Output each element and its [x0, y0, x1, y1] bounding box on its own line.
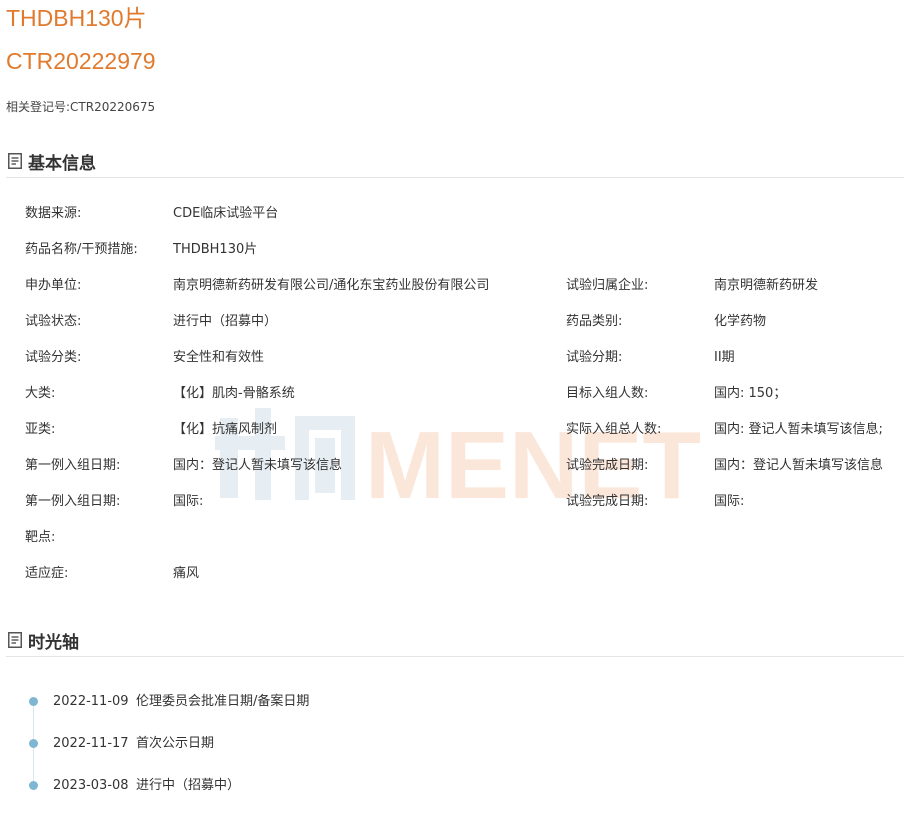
info-row: 靶点:	[0, 527, 904, 549]
info-label: 亚类:	[25, 422, 56, 437]
info-value: 安全性和有效性	[173, 350, 265, 365]
info-label: 试验分类:	[25, 350, 82, 365]
section-title: 时光轴	[28, 633, 79, 653]
info-value: 国际:	[173, 494, 204, 509]
info-label: 申办单位:	[25, 278, 82, 293]
document-icon	[8, 153, 22, 169]
info-row: 试验状态: 进行中（招募中） 药品类别: 化学药物	[0, 311, 904, 333]
info-value: II期	[714, 350, 735, 365]
info-label: 药品类别:	[566, 314, 623, 329]
info-label: 第一例入组日期:	[25, 458, 121, 473]
info-label: 数据来源:	[25, 206, 82, 221]
related-registration: 相关登记号:CTR20220675	[6, 98, 155, 115]
info-label: 目标入组人数:	[566, 386, 649, 401]
info-value: 南京明德新药研发	[714, 278, 819, 293]
timeline-dot-icon	[29, 781, 38, 790]
info-row: 申办单位: 南京明德新药研发有限公司/通化东宝药业股份有限公司 试验归属企业: 南京明…	[0, 275, 904, 297]
info-label: 大类:	[25, 386, 56, 401]
registration-number: CTR20222979	[6, 48, 156, 74]
timeline-dot-icon	[29, 739, 38, 748]
timeline-dot-icon	[29, 697, 38, 706]
timeline-item: 2022-11-17 首次公示日期	[0, 733, 904, 755]
info-label: 试验归属企业:	[566, 278, 649, 293]
info-label: 药品名称/干预措施:	[25, 242, 138, 257]
info-value: THDBH130片	[173, 242, 258, 257]
info-row: 大类: 【化】肌肉-骨骼系统 目标入组人数: 国内: 150；	[0, 383, 904, 405]
timeline-event: 首次公示日期	[136, 736, 215, 751]
info-row: 药品名称/干预措施: THDBH130片	[0, 239, 904, 261]
timeline-event: 进行中（招募中）	[136, 778, 241, 793]
timeline-event: 伦理委员会批准日期/备案日期	[136, 694, 310, 709]
info-label: 靶点:	[25, 530, 56, 545]
info-value: 进行中（招募中）	[173, 314, 278, 329]
info-label: 试验完成日期:	[566, 458, 649, 473]
info-row: 试验分类: 安全性和有效性 试验分期: II期	[0, 347, 904, 369]
info-value: 国内: 150；	[714, 386, 787, 401]
info-value: CDE临床试验平台	[173, 206, 279, 221]
info-value: 国际:	[714, 494, 745, 509]
info-label: 实际入组总人数:	[566, 422, 662, 437]
info-value: 国内: 登记人暂未填写该信息;	[714, 422, 883, 437]
info-value: 国内：登记人暂未填写该信息	[714, 458, 884, 473]
info-value: 化学药物	[714, 314, 767, 329]
timeline-item: 2022-11-09 伦理委员会批准日期/备案日期	[0, 691, 904, 713]
basic-info-heading: 基本信息	[6, 147, 904, 178]
related-value[interactable]: CTR20220675	[70, 100, 155, 114]
info-label: 试验状态:	[25, 314, 82, 329]
info-value: 痛风	[173, 566, 200, 581]
info-value: 【化】抗痛风制剂	[173, 422, 278, 437]
timeline-item: 2023-03-08 进行中（招募中）	[0, 775, 904, 797]
info-row: 数据来源: CDE临床试验平台	[0, 203, 904, 225]
info-row: 第一例入组日期: 国内：登记人暂未填写该信息 试验完成日期: 国内：登记人暂未填写该信…	[0, 455, 904, 477]
section-title: 基本信息	[28, 154, 96, 174]
info-row: 适应症: 痛风	[0, 563, 904, 585]
info-label: 适应症:	[25, 566, 69, 581]
info-row: 亚类: 【化】抗痛风制剂 实际入组总人数: 国内: 登记人暂未填写该信息;	[0, 419, 904, 441]
timeline-date: 2023-03-08	[53, 778, 129, 793]
info-value: 【化】肌肉-骨骼系统	[173, 386, 295, 401]
drug-title: THDBH130片	[6, 5, 147, 31]
info-row: 第一例入组日期: 国际: 试验完成日期: 国际:	[0, 491, 904, 513]
info-label: 试验分期:	[566, 350, 623, 365]
timeline-heading: 时光轴	[6, 626, 904, 657]
timeline-date: 2022-11-17	[53, 736, 129, 751]
document-icon	[8, 632, 22, 648]
timeline-date: 2022-11-09	[53, 694, 129, 709]
info-value: 国内：登记人暂未填写该信息	[173, 458, 343, 473]
related-label: 相关登记号:	[6, 100, 71, 114]
info-value: 南京明德新药研发有限公司/通化东宝药业股份有限公司	[173, 278, 490, 293]
info-label: 试验完成日期:	[566, 494, 649, 509]
info-label: 第一例入组日期:	[25, 494, 121, 509]
